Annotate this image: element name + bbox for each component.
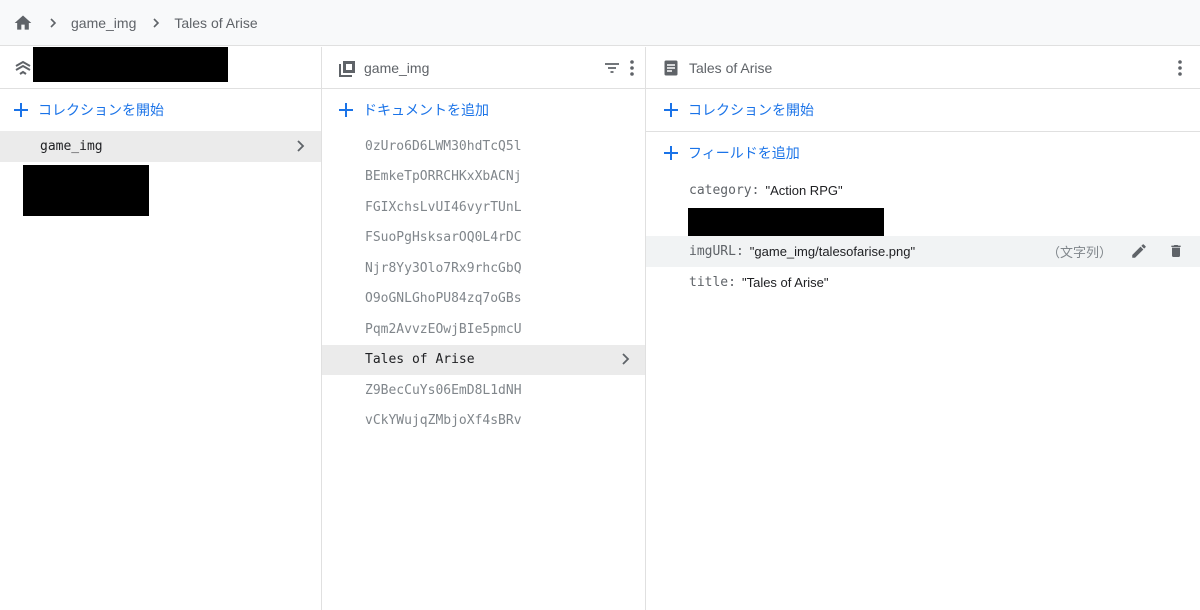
- document-item[interactable]: FSuoPgHsksarOQ0L4rDC: [322, 223, 645, 254]
- field-key: category:: [689, 183, 760, 198]
- add-document-button[interactable]: ドキュメントを追加: [322, 89, 645, 131]
- plus-icon: [14, 103, 28, 117]
- root-panel-header: [0, 47, 321, 89]
- field-type-label: （文字列）: [1046, 245, 1112, 260]
- field-key: title:: [689, 275, 736, 290]
- field-value: "Tales of Arise": [741, 275, 829, 290]
- document-item[interactable]: vCkYWujqZMbjoXf4sBRv: [322, 406, 645, 437]
- field-row-title[interactable]: title: "Tales of Arise": [646, 267, 1200, 298]
- field-value: "Action RPG": [765, 183, 843, 198]
- plus-icon: [664, 103, 678, 117]
- start-collection-button[interactable]: コレクションを開始: [0, 89, 321, 131]
- collection-panel-header: game_img: [322, 47, 645, 89]
- document-id: vCkYWujqZMbjoXf4sBRv: [365, 413, 522, 429]
- document-item[interactable]: Pqm2AvvzEOwjBIe5pmcU: [322, 314, 645, 345]
- field-row-category[interactable]: category: "Action RPG": [646, 175, 1200, 206]
- document-id: Tales of Arise: [365, 352, 475, 368]
- add-field-label: フィールドを追加: [688, 145, 800, 161]
- add-field-button[interactable]: フィールドを追加: [646, 132, 800, 174]
- field-key: imgURL:: [689, 244, 744, 259]
- collection-title: game_img: [364, 59, 430, 76]
- plus-icon: [339, 103, 353, 117]
- redacted-block: [23, 165, 149, 216]
- document-id: Njr8Yy3Olo7Rx9rhcGbQ: [365, 260, 522, 276]
- start-subcollection-button[interactable]: コレクションを開始: [646, 89, 1200, 131]
- field-value: "game_img/talesofarise.png": [749, 244, 916, 259]
- field-row-redacted: [646, 206, 1200, 238]
- home-icon[interactable]: [13, 13, 33, 33]
- document-icon: [664, 60, 678, 76]
- document-item[interactable]: 0zUro6D6LWM30hdTcQ5l: [322, 131, 645, 162]
- document-item[interactable]: FGIXchsLvUI46vyrTUnL: [322, 192, 645, 223]
- chevron-right-icon: [295, 139, 307, 157]
- breadcrumb-item-collection[interactable]: game_img: [71, 15, 136, 31]
- breadcrumb-item-document[interactable]: Tales of Arise: [174, 15, 257, 31]
- edit-icon[interactable]: [1130, 242, 1148, 260]
- root-panel: コレクションを開始 game_img: [0, 47, 322, 610]
- chevron-right-icon: [148, 15, 164, 31]
- collection-icon: [339, 60, 356, 77]
- collection-item-label: game_img: [40, 139, 103, 154]
- document-id: FGIXchsLvUI46vyrTUnL: [365, 199, 522, 215]
- delete-icon[interactable]: [1168, 242, 1184, 260]
- document-id: Pqm2AvvzEOwjBIe5pmcU: [365, 321, 522, 337]
- field-list: category: "Action RPG" imgURL: "game_img…: [646, 175, 1200, 298]
- document-panel-header: Tales of Arise: [646, 47, 1200, 89]
- add-document-label: ドキュメントを追加: [363, 102, 489, 118]
- more-vert-icon[interactable]: [1177, 59, 1183, 77]
- document-id: O9oGNLGhoPU84zq7oGBs: [365, 291, 522, 307]
- start-subcollection-label: コレクションを開始: [688, 102, 814, 118]
- document-id: BEmkeTpORRCHKxXbACNj: [365, 169, 522, 185]
- plus-icon: [664, 146, 678, 160]
- document-item[interactable]: Z9BecCuYs06EmD8L1dNH: [322, 375, 645, 406]
- redacted-field: [688, 208, 884, 238]
- document-id: Z9BecCuYs06EmD8L1dNH: [365, 382, 522, 398]
- breadcrumb: game_img Tales of Arise: [0, 0, 1200, 46]
- more-vert-icon[interactable]: [629, 59, 635, 77]
- document-item[interactable]: O9oGNLGhoPU84zq7oGBs: [322, 284, 645, 315]
- document-id: FSuoPgHsksarOQ0L4rDC: [365, 230, 522, 246]
- document-id: 0zUro6D6LWM30hdTcQ5l: [365, 138, 522, 154]
- document-item[interactable]: Njr8Yy3Olo7Rx9rhcGbQ: [322, 253, 645, 284]
- field-row-imgurl[interactable]: imgURL: "game_img/talesofarise.png" （文字列…: [646, 236, 1200, 267]
- firestore-icon: [14, 59, 32, 77]
- chevron-right-icon: [45, 15, 61, 31]
- document-panel: Tales of Arise コレクションを開始 フィールドを追加 catego…: [646, 47, 1200, 610]
- redacted-project-name: [33, 47, 228, 82]
- collection-item-game-img[interactable]: game_img: [0, 131, 321, 162]
- filter-icon[interactable]: [603, 59, 621, 77]
- chevron-right-icon: [620, 352, 632, 370]
- document-list: 0zUro6D6LWM30hdTcQ5l BEmkeTpORRCHKxXbACN…: [322, 131, 645, 436]
- collection-panel: game_img ドキュメントを追加 0zUro6D6LWM30hdTcQ5l …: [322, 47, 646, 610]
- start-collection-label: コレクションを開始: [38, 102, 164, 118]
- document-title: Tales of Arise: [689, 59, 773, 76]
- document-item[interactable]: BEmkeTpORRCHKxXbACNj: [322, 162, 645, 193]
- document-item-selected[interactable]: Tales of Arise: [322, 344, 645, 375]
